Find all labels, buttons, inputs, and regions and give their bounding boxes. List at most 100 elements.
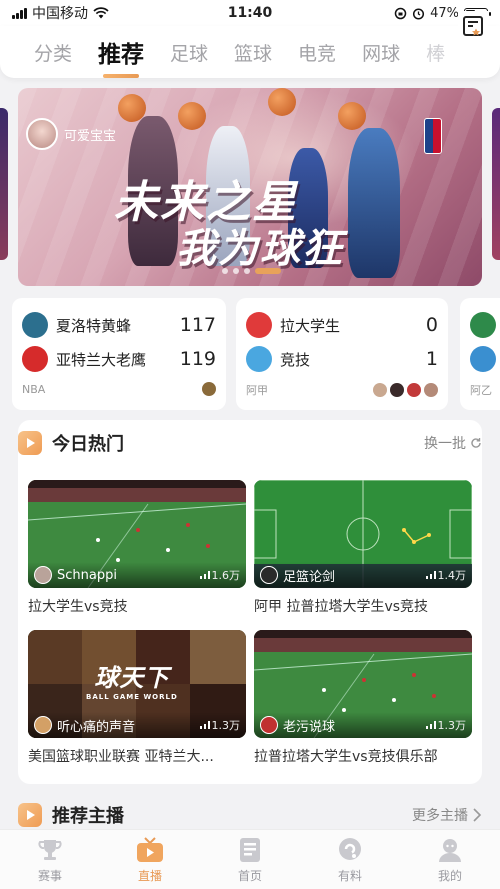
team-score: 1 <box>425 348 438 370</box>
player-figure <box>348 128 400 278</box>
carousel-dot <box>255 268 281 274</box>
streamer-name: Schnappi <box>57 567 117 583</box>
nav-item-4[interactable]: 我的 <box>400 830 500 889</box>
popularity-icon <box>199 571 210 579</box>
view-count-label: 1.6万 <box>211 569 241 582</box>
tab-1[interactable]: 推荐 <box>98 35 144 78</box>
tv-icon <box>136 836 164 864</box>
video-card[interactable]: 老污说球 1.3万拉普拉塔大学生vs竞技俱乐部 <box>254 630 472 766</box>
video-thumbnail[interactable]: 老污说球 1.3万 <box>254 630 472 738</box>
team-score: 117 <box>179 314 216 336</box>
nav-item-1[interactable]: 直播 <box>100 830 200 889</box>
video-thumbnail[interactable]: 足篮论剑 1.4万 <box>254 480 472 588</box>
league-label: 阿甲 <box>246 384 268 397</box>
tab-3[interactable]: 篮球 <box>234 39 272 66</box>
team-name: 亚特兰大老鹰 <box>56 350 147 369</box>
video-title[interactable]: 美国篮球职业联赛 亚特兰大... <box>28 746 246 766</box>
bottom-navigation: 赛事 直播 首页 有料 我的 <box>0 829 500 889</box>
match-card[interactable]: 拉大学生 0 竞技 1 阿甲 <box>236 298 448 410</box>
team-name: 竞技 <box>280 350 311 369</box>
team-logo-icon <box>22 346 48 372</box>
basketball-graphic <box>338 102 366 130</box>
match-card[interactable]: 夏洛特黄蜂 117 亚特兰大老鹰 119 NBA <box>12 298 226 410</box>
view-count-label: 1.3万 <box>211 719 241 732</box>
team-logo-icon <box>470 312 496 338</box>
team-row <box>470 308 500 342</box>
status-bar: 中国移动 11:40 47% <box>0 0 500 26</box>
view-count: 1.4万 <box>425 567 466 583</box>
wifi-icon <box>93 7 109 19</box>
avatar <box>390 383 404 397</box>
avatar <box>373 383 387 397</box>
edit-channels-button[interactable] <box>458 11 488 41</box>
signal-icon <box>12 7 27 19</box>
team-name: 夏洛特黄蜂 <box>56 316 132 335</box>
nav-item-0[interactable]: 赛事 <box>0 830 100 889</box>
more-anchors-button[interactable]: 更多主播 <box>412 805 482 825</box>
video-title[interactable]: 拉普拉塔大学生vs竞技俱乐部 <box>254 746 472 766</box>
avatar <box>26 118 58 150</box>
nav-label: 直播 <box>137 868 162 883</box>
ball-game-world-logo: 球天下 BALL GAME WORLD <box>86 658 178 701</box>
hot-today-section: 今日热门 换一批 Schnappi 1.6万 拉大学生vs竞技 足篮论剑 1.4万 阿甲 … <box>18 420 482 784</box>
logo-text: 球天下 <box>94 664 170 692</box>
carousel-dot <box>222 268 228 274</box>
battery-percent: 47% <box>430 5 459 21</box>
tab-6[interactable]: 棒 <box>426 39 445 66</box>
basketball-graphic <box>118 94 146 122</box>
chevron-right-icon <box>473 808 482 822</box>
play-icon <box>18 431 42 455</box>
team-row: 拉大学生 0 <box>246 308 438 342</box>
nav-item-3[interactable]: 有料 <box>300 830 400 889</box>
team-row: 亚特兰大老鹰 119 <box>22 342 216 376</box>
nav-label: 有料 <box>337 868 362 883</box>
video-thumbnail[interactable]: Schnappi 1.6万 <box>28 480 246 588</box>
video-thumbnail[interactable]: 球天下 BALL GAME WORLD 听心痛的声音 1.3万 <box>28 630 246 738</box>
view-count: 1.3万 <box>199 717 241 733</box>
nav-item-2[interactable]: 首页 <box>200 830 300 889</box>
section-title: 推荐主播 <box>52 806 124 827</box>
alarm-icon <box>413 7 425 20</box>
recommended-anchors-header: 推荐主播 更多主播 <box>18 800 482 830</box>
streamer-avatars <box>373 383 438 397</box>
refresh-label: 换一批 <box>424 436 466 452</box>
avatar <box>34 566 52 584</box>
tab-0[interactable]: 分类 <box>34 39 72 66</box>
avatar <box>202 382 216 396</box>
match-card[interactable]: 阿乙 <box>460 298 500 410</box>
basketball-graphic <box>268 88 296 116</box>
banner-uploader[interactable]: 可爱宝宝 <box>26 118 116 150</box>
video-card[interactable]: Schnappi 1.6万拉大学生vs竞技 <box>28 480 246 616</box>
promo-banner[interactable]: 可爱宝宝 未来之星 我为球狂 <box>18 88 482 286</box>
video-title[interactable]: 阿甲 拉普拉塔大学生vs竞技 <box>254 596 472 616</box>
tab-2[interactable]: 足球 <box>170 39 208 66</box>
tv-icon <box>18 803 42 827</box>
banner-title-line2: 我为球狂 <box>176 226 344 272</box>
rotation-lock-icon <box>394 7 407 19</box>
team-row: 竞技 1 <box>246 342 438 376</box>
view-count-label: 1.3万 <box>437 719 467 732</box>
video-card[interactable]: 足篮论剑 1.4万阿甲 拉普拉塔大学生vs竞技 <box>254 480 472 616</box>
avatar <box>260 566 278 584</box>
category-tabs: 分类 推荐 足球 篮球 电竞 网球棒 <box>0 26 500 78</box>
nav-label: 我的 <box>437 868 462 883</box>
document-icon <box>236 836 264 864</box>
banner-next-peek[interactable] <box>492 108 500 260</box>
carousel-dot <box>233 268 239 274</box>
tab-5[interactable]: 网球 <box>362 39 400 66</box>
carousel-dot <box>244 268 250 274</box>
nav-label: 首页 <box>237 868 262 883</box>
tab-4[interactable]: 电竞 <box>298 39 336 66</box>
team-logo-icon <box>470 346 496 372</box>
team-row: 夏洛特黄蜂 117 <box>22 308 216 342</box>
banner-prev-peek[interactable] <box>0 108 8 260</box>
video-title[interactable]: 拉大学生vs竞技 <box>28 596 246 616</box>
video-card[interactable]: 球天下 BALL GAME WORLD 听心痛的声音 1.3万美国篮球职业联赛 亚特兰… <box>28 630 246 766</box>
team-logo-icon <box>246 312 272 338</box>
streamer-name: 听心痛的声音 <box>57 719 136 735</box>
refresh-button[interactable]: 换一批 <box>424 433 482 453</box>
avatar <box>260 716 278 734</box>
team-row <box>470 342 500 376</box>
team-score: 119 <box>179 348 216 370</box>
team-score: 0 <box>425 314 438 336</box>
